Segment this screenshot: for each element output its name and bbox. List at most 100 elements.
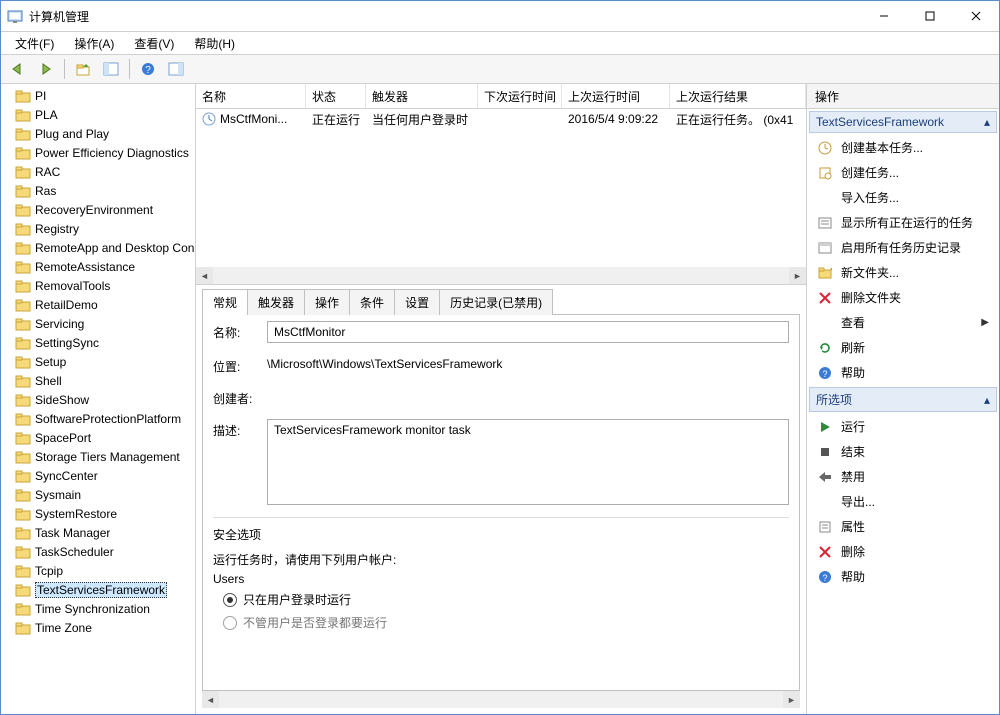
tree-item[interactable]: Time Synchronization — [1, 599, 195, 618]
action-new-folder[interactable]: ✶ 新文件夹... — [807, 260, 999, 285]
menu-action[interactable]: 操作(A) — [66, 33, 122, 54]
action-view[interactable]: 查看 ▶ — [807, 310, 999, 335]
action-run[interactable]: 运行 — [807, 414, 999, 439]
action-refresh[interactable]: 刷新 — [807, 335, 999, 360]
action-show-running[interactable]: 显示所有正在运行的任务 — [807, 210, 999, 235]
col-triggers[interactable]: 触发器 — [366, 84, 478, 108]
detail-scrollbar[interactable]: ◄ ► — [202, 691, 800, 708]
action-create-basic-task[interactable]: 创建基本任务... — [807, 135, 999, 160]
tree-item[interactable]: SpacePort — [1, 428, 195, 447]
menu-help[interactable]: 帮助(H) — [186, 33, 243, 54]
back-button[interactable] — [5, 56, 31, 82]
maximize-button[interactable] — [907, 1, 953, 31]
tree-item[interactable]: SideShow — [1, 390, 195, 409]
action-delete-folder[interactable]: 删除文件夹 — [807, 285, 999, 310]
action-end[interactable]: 结束 — [807, 439, 999, 464]
tree-item[interactable]: SyncCenter — [1, 466, 195, 485]
menu-view[interactable]: 查看(V) — [126, 33, 182, 54]
tree-item[interactable]: PI — [1, 86, 195, 105]
field-name[interactable]: MsCtfMonitor — [267, 321, 789, 343]
tab-conditions[interactable]: 条件 — [349, 289, 395, 315]
field-description[interactable]: TextServicesFramework monitor task — [267, 419, 789, 505]
tree-item[interactable]: Storage Tiers Management — [1, 447, 195, 466]
folder-icon — [15, 89, 31, 103]
action-create-task[interactable]: 创建任务... — [807, 160, 999, 185]
up-button[interactable] — [70, 56, 96, 82]
tree-item-label: RetailDemo — [35, 298, 98, 312]
action-help-2[interactable]: ? 帮助 — [807, 564, 999, 589]
detail-tabs: 常规 触发器 操作 条件 设置 历史记录(已禁用) — [202, 291, 800, 315]
tree-item[interactable]: Shell — [1, 371, 195, 390]
folder-icon — [15, 545, 31, 559]
tree-item-label: PLA — [35, 108, 58, 122]
folder-icon — [15, 279, 31, 293]
action-label: 刷新 — [841, 339, 865, 356]
show-hide-tree-button[interactable] — [98, 56, 124, 82]
tree-item[interactable]: SettingSync — [1, 333, 195, 352]
run-as-label: 运行任务时，请使用下列用户帐户: — [213, 543, 789, 570]
folder-icon — [15, 374, 31, 388]
tab-triggers[interactable]: 触发器 — [247, 289, 305, 315]
scroll-left-icon[interactable]: ◄ — [202, 691, 219, 708]
tree-item[interactable]: RAC — [1, 162, 195, 181]
tree-item[interactable]: Servicing — [1, 314, 195, 333]
folder-tree[interactable]: PI PLA Plug and PlayPower Efficiency Diagn… — [1, 84, 196, 714]
folder-icon — [15, 583, 31, 597]
action-export[interactable]: 导出... — [807, 489, 999, 514]
tree-item[interactable]: TaskScheduler — [1, 542, 195, 561]
tab-general[interactable]: 常规 — [202, 289, 248, 315]
task-list-body[interactable]: MsCtfMoni... 正在运行 当任何用户登录时 2016/5/4 9:09… — [196, 109, 806, 267]
col-name[interactable]: 名称 — [196, 84, 306, 108]
tree-item[interactable]: TextServicesFramework — [1, 580, 195, 599]
tree-item-label: Registry — [35, 222, 79, 236]
show-hide-action-pane-button[interactable] — [163, 56, 189, 82]
history-icon — [817, 240, 833, 256]
tree-item[interactable]: Time Zone — [1, 618, 195, 637]
tree-item[interactable]: SystemRestore — [1, 504, 195, 523]
scroll-right-icon[interactable]: ► — [789, 267, 806, 284]
help-button[interactable]: ? — [135, 56, 161, 82]
tree-item[interactable]: RemoteApp and Desktop Connections — [1, 238, 195, 257]
tree-item[interactable]: Sysmain — [1, 485, 195, 504]
tree-item[interactable]: RetailDemo — [1, 295, 195, 314]
tree-item-label: RAC — [35, 165, 60, 179]
scroll-right-icon[interactable]: ► — [783, 691, 800, 708]
col-status[interactable]: 状态 — [306, 84, 366, 108]
tree-item[interactable]: PLA — [1, 105, 195, 124]
action-help[interactable]: ? 帮助 — [807, 360, 999, 385]
action-disable[interactable]: 禁用 — [807, 464, 999, 489]
tree-item[interactable]: SoftwareProtectionPlatform — [1, 409, 195, 428]
close-button[interactable] — [953, 1, 999, 31]
tree-item[interactable]: Registry — [1, 219, 195, 238]
tab-settings[interactable]: 设置 — [394, 289, 440, 315]
minimize-button[interactable] — [861, 1, 907, 31]
tab-history[interactable]: 历史记录(已禁用) — [439, 289, 553, 315]
task-list-scrollbar[interactable]: ◄ ► — [196, 267, 806, 284]
actions-group-selected[interactable]: 所选项 ▴ — [809, 387, 997, 412]
tree-item[interactable]: RemoteAssistance — [1, 257, 195, 276]
tree-item[interactable]: Power Efficiency Diagnostics — [1, 143, 195, 162]
task-row[interactable]: MsCtfMoni... 正在运行 当任何用户登录时 2016/5/4 9:09… — [196, 109, 806, 129]
action-properties[interactable]: 属性 — [807, 514, 999, 539]
tree-item[interactable]: Tcpip — [1, 561, 195, 580]
tree-item[interactable]: Ras — [1, 181, 195, 200]
tree-item[interactable]: Setup — [1, 352, 195, 371]
radio-logged-on-only[interactable]: 只在用户登录时运行 — [213, 588, 789, 611]
action-enable-history[interactable]: 启用所有任务历史记录 — [807, 235, 999, 260]
tab-actions[interactable]: 操作 — [304, 289, 350, 315]
field-location: \Microsoft\Windows\TextServicesFramework — [267, 355, 789, 373]
tree-item[interactable]: RecoveryEnvironment — [1, 200, 195, 219]
menu-file[interactable]: 文件(F) — [7, 33, 62, 54]
col-next-run[interactable]: 下次运行时间 — [478, 84, 562, 108]
radio-logged-on-or-not[interactable]: 不管用户是否登录都要运行 — [213, 611, 789, 634]
action-import-task[interactable]: 导入任务... — [807, 185, 999, 210]
col-last-result[interactable]: 上次运行结果 — [670, 84, 806, 108]
forward-button[interactable] — [33, 56, 59, 82]
tree-item[interactable]: RemovalTools — [1, 276, 195, 295]
tree-item[interactable]: Plug and Play — [1, 124, 195, 143]
action-delete[interactable]: 删除 — [807, 539, 999, 564]
scroll-left-icon[interactable]: ◄ — [196, 267, 213, 284]
actions-group-context[interactable]: TextServicesFramework ▴ — [809, 111, 997, 133]
tree-item[interactable]: Task Manager — [1, 523, 195, 542]
col-last-run[interactable]: 上次运行时间 — [562, 84, 670, 108]
